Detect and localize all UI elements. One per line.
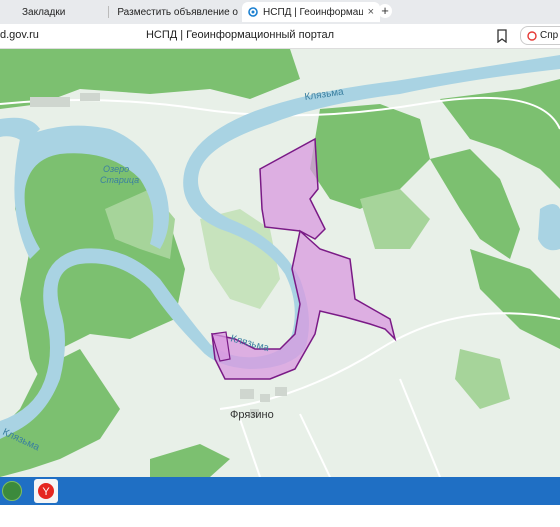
tab-separator — [108, 6, 109, 18]
map-canvas[interactable]: Клязьма Клязьма Клязьма Озеро Старица Фр… — [0, 49, 560, 477]
village-label: Фрязино — [230, 409, 274, 421]
start-button[interactable] — [2, 481, 22, 501]
yandex-glyph: Y — [42, 486, 50, 498]
address-bar: d.gov.ru НСПД | Геоинформационный портал… — [0, 24, 560, 49]
help-button[interactable]: Спр — [520, 26, 560, 45]
tab-bookmarks[interactable]: Закладки — [22, 2, 106, 22]
yandex-browser-icon[interactable]: Y — [34, 479, 58, 503]
tab-post-ad[interactable]: Разместить объявление о — [112, 2, 238, 22]
close-tab-icon[interactable]: × — [368, 6, 374, 18]
bookmark-icon[interactable] — [496, 29, 508, 43]
page-title: НСПД | Геоинформационный портал — [145, 29, 335, 41]
lake-label-line2: Старица — [100, 175, 139, 185]
tab-nspd[interactable]: НСПД | Геоинформационный портал × — [242, 2, 380, 22]
tab-strip: Закладки Разместить объявление о НСПД | … — [0, 0, 560, 24]
taskbar: Y — [0, 477, 560, 505]
new-tab-button[interactable]: + — [378, 4, 392, 18]
lake-right — [538, 204, 560, 251]
nspd-logo-icon — [248, 7, 258, 17]
tab-bookmarks-label: Закладки — [22, 6, 66, 18]
tab-post-ad-label: Разместить объявление о — [117, 6, 238, 18]
bottom-strip — [0, 505, 560, 527]
lake-label-line1: Озеро — [103, 164, 129, 174]
help-icon — [527, 30, 537, 41]
help-button-label: Спр — [540, 30, 559, 41]
map-view[interactable]: Клязьма Клязьма Клязьма Озеро Старица Фр… — [0, 49, 560, 477]
tab-nspd-label: НСПД | Геоинформационный портал — [263, 6, 363, 18]
yandex-logo-icon: Y — [38, 483, 54, 499]
